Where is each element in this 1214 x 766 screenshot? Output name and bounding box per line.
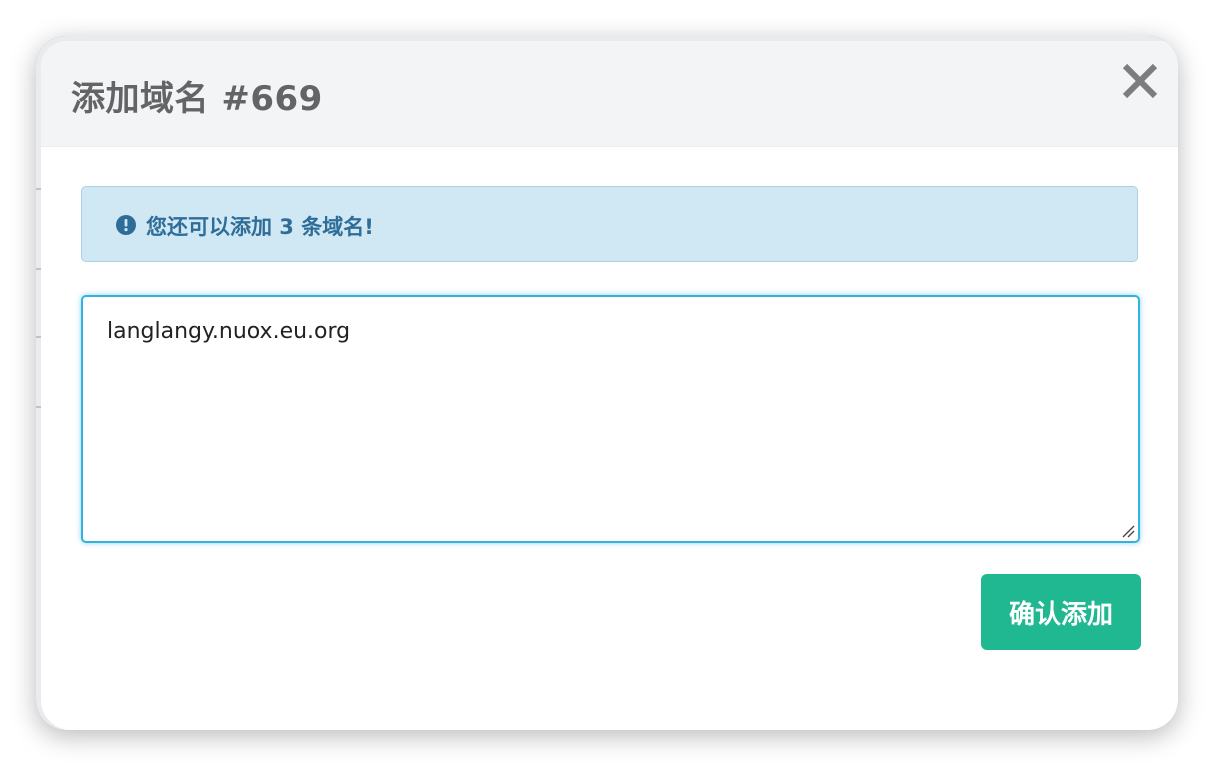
domain-textarea-container [81, 295, 1140, 543]
close-button[interactable] [1120, 61, 1160, 101]
modal-header: 添加域名 #669 [41, 41, 1178, 147]
add-domain-modal: 添加域名 #669 您还可以添加 3 条域名! 确认添加 [41, 41, 1178, 730]
modal-title: 添加域名 #669 [71, 79, 323, 119]
exclamation-circle-icon [116, 215, 136, 235]
modal-backdrop: 添加域名 #669 您还可以添加 3 条域名! 确认添加 [36, 36, 1178, 730]
remaining-quota-alert: 您还可以添加 3 条域名! [81, 186, 1138, 262]
alert-message: 您还可以添加 3 条域名! [146, 215, 374, 239]
close-icon [1122, 63, 1158, 99]
confirm-add-button[interactable]: 确认添加 [981, 574, 1141, 650]
domain-textarea[interactable] [83, 297, 1138, 541]
resize-handle-icon[interactable] [1121, 524, 1135, 538]
